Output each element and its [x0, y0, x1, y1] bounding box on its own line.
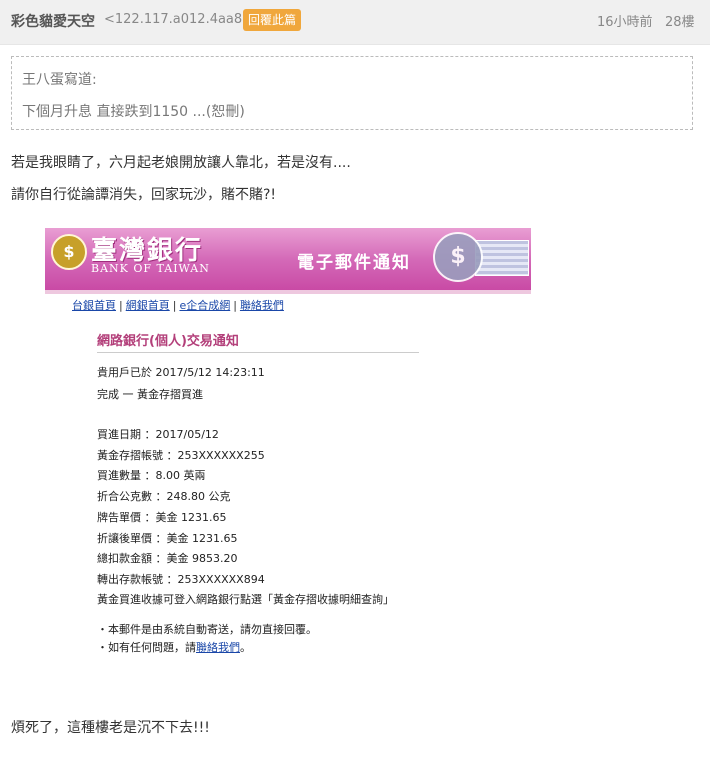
notice-note: ・本郵件是由系統自動寄送，請勿直接回覆。: [97, 623, 317, 636]
reply-button[interactable]: 回覆此篇: [243, 9, 302, 31]
post-header: 彩色貓愛天空 <122.117.a012.4aa8> 回覆此篇 16小時前 28…: [0, 0, 710, 45]
stamp-icon: $: [425, 230, 529, 284]
note-suffix: 。: [240, 641, 251, 654]
quote-block: 王八蛋寫道: 下個月升息 直接跌到1150 ...(恕刪): [11, 56, 693, 130]
notice-line: 折合公克數 ：248.80 公克: [97, 490, 231, 503]
notice-line: 折讓後單價 ：美金 1231.65: [97, 532, 238, 545]
banner-title: 電子郵件通知: [297, 253, 411, 273]
quote-author: 王八蛋寫道:: [22, 72, 97, 88]
notice-title: 網路銀行(個人)交易通知: [97, 334, 239, 349]
nav-link-ebank-home[interactable]: 網銀首頁: [126, 299, 170, 312]
contact-link[interactable]: 聯絡我們: [196, 641, 240, 654]
notice-line: 總扣款金額 ：美金 9853.20: [97, 552, 238, 565]
floor-number: 28樓: [665, 15, 695, 30]
divider: [97, 352, 419, 353]
post-text-line: 若是我眼睛了，六月起老娘開放讓人靠北，若是沒有....: [11, 155, 351, 171]
email-nav: 台銀首頁 | 網銀首頁 | e企合成網 | 聯絡我們: [72, 299, 284, 312]
post-text-line: 請你自行從論譚消失，回家玩沙，賭不賭?!: [11, 187, 277, 203]
post-closing-text: 煩死了，這種樓老是沉不下去!!!: [11, 720, 210, 736]
notice-line: 黃金買進收據可登入網路銀行點選「黃金存摺收據明細查詢」: [97, 593, 394, 606]
notice-line: 牌告單價 ：美金 1231.65: [97, 511, 227, 524]
notice-line: 貴用戶已於 2017/5/12 14:23:11: [97, 366, 265, 379]
notice-note: ・如有任何問題，請聯絡我們。: [97, 639, 251, 655]
quote-text: 下個月升息 直接跌到1150 ...(恕刪): [22, 104, 245, 120]
username[interactable]: 彩色貓愛天空: [11, 11, 95, 31]
bank-banner: $ 臺灣銀行 BANK OF TAIWAN 電子郵件通知 $: [45, 228, 531, 294]
post-time: 16小時前: [597, 15, 653, 30]
notice-line: 買進數量 ：8.00 英兩: [97, 469, 206, 482]
note-prefix: ・如有任何問題，請: [97, 641, 196, 654]
notice-line: 買進日期 ：2017/05/12: [97, 428, 219, 441]
notice-line: 黃金存摺帳號 ：253XXXXXX255: [97, 449, 265, 462]
ip-address: <122.117.a012.4aa8>: [104, 12, 254, 27]
bank-name-en: BANK OF TAIWAN: [91, 262, 210, 275]
bank-logo-icon: $: [51, 234, 87, 270]
bank-email-image: $ 臺灣銀行 BANK OF TAIWAN 電子郵件通知 $ 台銀首頁 | 網銀首頁…: [45, 228, 531, 668]
nav-link-contact[interactable]: 聯絡我們: [240, 299, 284, 312]
notice-line: 完成 一 黃金存摺買進: [97, 388, 203, 401]
nav-link-enterprise[interactable]: e企合成網: [179, 299, 230, 312]
notice-line: 轉出存款帳號 ：253XXXXXX894: [97, 573, 265, 586]
nav-link-bank-home[interactable]: 台銀首頁: [72, 299, 116, 312]
